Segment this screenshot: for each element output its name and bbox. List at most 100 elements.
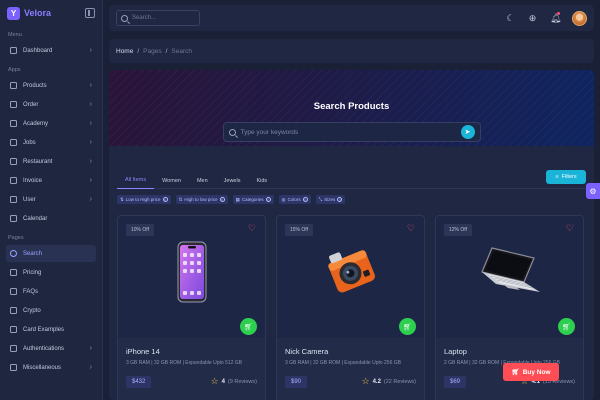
product-card[interactable]: 15% Off ♡ 🛒︎ Nick Camera 3 GB RAM | 32 G…	[276, 215, 425, 400]
sidebar-item-card-examples[interactable]: Card Examples	[6, 321, 96, 338]
chevron-right-icon: ›	[89, 82, 92, 89]
sidebar-toggle-icon[interactable]	[85, 8, 95, 18]
search-input[interactable]: Search...	[116, 10, 200, 26]
sidebar-item-label: Invoice	[23, 177, 43, 184]
bell-icon[interactable]: 🔔︎	[550, 11, 561, 23]
product-card[interactable]: 10% Off ♡ 🛒︎ iPhone 14 3 GB RAM | 32 GB …	[117, 215, 266, 400]
search-placeholder: Search...	[132, 15, 157, 21]
close-icon[interactable]: ×	[265, 197, 271, 202]
sidebar-item-label: User	[23, 196, 36, 203]
settings-gear-icon[interactable]: ⚙	[586, 183, 600, 199]
cart-icon	[10, 101, 17, 108]
product-price: $432	[126, 376, 152, 388]
sidebar-item-authentications[interactable]: Authentications ›	[6, 340, 96, 357]
heart-icon[interactable]: ♡	[407, 224, 415, 233]
product-search-input[interactable]: Type your keywords ➤	[222, 122, 481, 142]
sidebar-item-jobs[interactable]: Jobs ›	[6, 134, 96, 151]
discount-badge: 10% Off	[126, 224, 154, 236]
active-filter-chips: ⇅ Low to High price × ⇅ High to low price × …	[117, 195, 346, 204]
search-icon	[10, 250, 17, 257]
chevron-right-icon: ›	[89, 47, 92, 54]
tab-men[interactable]: Men	[189, 173, 216, 189]
globe-icon[interactable]: ⊕	[528, 13, 537, 23]
chevron-right-icon: ›	[89, 120, 92, 127]
buy-now-button[interactable]: 🛒︎ Buy Now	[503, 363, 559, 381]
invoice-icon	[10, 177, 17, 184]
search-icon	[121, 14, 128, 22]
sidebar-item-faqs[interactable]: FAQs	[6, 283, 96, 300]
sidebar-item-pricing[interactable]: Pricing	[6, 264, 96, 281]
sidebar-item-calendar[interactable]: Calendar	[6, 210, 96, 227]
filter-chip[interactable]: ⤡ Sizes ×	[315, 195, 346, 204]
user-icon	[10, 196, 17, 203]
graduation-icon	[10, 120, 17, 127]
card-icon	[10, 326, 17, 333]
arrow-right-icon[interactable]: ➤	[460, 125, 475, 139]
search-icon	[228, 128, 236, 136]
cart-icon: 🛒︎	[511, 369, 520, 376]
product-price: $69	[444, 376, 467, 388]
add-to-cart-button[interactable]: 🛒︎	[558, 318, 575, 335]
tab-women[interactable]: Women	[154, 173, 189, 189]
breadcrumb: Home / Pages / Search	[109, 39, 594, 63]
add-to-cart-button[interactable]: 🛒︎	[240, 318, 257, 335]
close-icon[interactable]: ×	[337, 197, 343, 202]
sidebar-item-label: Crypto	[23, 307, 41, 314]
chip-label: Colors	[287, 197, 301, 202]
filter-chip[interactable]: ◍ Colors ×	[278, 195, 311, 204]
brand-logo[interactable]: Y	[7, 6, 20, 20]
filter-chip[interactable]: ⇅ High to low price ×	[175, 195, 228, 204]
buy-now-label: Buy Now	[522, 368, 551, 376]
sidebar-item-miscellaneous[interactable]: Miscellaneous ›	[6, 359, 96, 376]
product-image-area: 15% Off ♡ 🛒︎	[277, 216, 424, 338]
sidebar-item-search[interactable]: Search	[6, 245, 96, 262]
product-name[interactable]: iPhone 14	[126, 347, 160, 356]
product-name[interactable]: Nick Camera	[285, 347, 328, 356]
breadcrumb-home[interactable]: Home	[116, 48, 133, 55]
size-icon: ⤡	[318, 197, 323, 202]
product-spec: 3 GB RAM | 32 GB ROM | Expandable Upto 5…	[126, 360, 242, 366]
filter-chip[interactable]: ▦ Categories ×	[232, 195, 274, 204]
sidebar-item-products[interactable]: Products ›	[6, 77, 96, 94]
tab-all-items[interactable]: All Items	[117, 173, 155, 189]
sidebar-item-label: FAQs	[23, 288, 39, 295]
chip-label: Low to High price	[125, 197, 161, 202]
sidebar-item-user[interactable]: User ›	[6, 191, 96, 208]
sidebar-item-label: Order	[23, 101, 39, 108]
filter-chip[interactable]: ⇅ Low to High price ×	[117, 195, 171, 204]
sidebar-item-invoice[interactable]: Invoice ›	[6, 172, 96, 189]
sidebar-item-label: Calendar	[23, 215, 48, 222]
breadcrumb-pages[interactable]: Pages	[143, 48, 161, 55]
brand: Y Velora	[0, 0, 102, 26]
tab-kids[interactable]: Kids	[248, 173, 275, 189]
brand-name[interactable]: Velora	[24, 8, 51, 18]
heart-icon[interactable]: ♡	[248, 224, 256, 233]
chip-label: Sizes	[324, 197, 336, 202]
sidebar-item-label: Products	[23, 82, 47, 89]
sidebar-item-crypto[interactable]: Crypto	[6, 302, 96, 319]
discount-badge: 15% Off	[285, 224, 313, 236]
sidebar-item-academy[interactable]: Academy ›	[6, 115, 96, 132]
moon-icon[interactable]: ☾	[506, 13, 515, 23]
tab-jewels[interactable]: Jewels	[216, 173, 249, 189]
sidebar-item-dashboard[interactable]: Dashboard ›	[6, 42, 96, 59]
sidebar-item-order[interactable]: Order ›	[6, 96, 96, 113]
product-name[interactable]: Laptop	[444, 347, 467, 356]
sort-icon: ⇅	[178, 196, 183, 202]
product-price: $90	[285, 376, 308, 388]
add-to-cart-button[interactable]: 🛒︎	[399, 318, 416, 335]
rating-value: 4	[221, 378, 225, 385]
close-icon[interactable]: ×	[162, 197, 168, 202]
sidebar-item-restaurant[interactable]: Restaurant ›	[6, 153, 96, 170]
chevron-right-icon: ›	[89, 158, 92, 165]
heart-icon[interactable]: ♡	[566, 224, 574, 233]
filters-label: Filters	[561, 174, 577, 180]
close-icon[interactable]: ×	[219, 197, 225, 202]
page-title: Search Products	[313, 101, 390, 112]
discount-badge: 12% Off	[444, 224, 472, 236]
sidebar-item-label: Pricing	[23, 269, 42, 276]
filters-button[interactable]: ≡ Filters	[546, 170, 586, 184]
close-icon[interactable]: ×	[302, 197, 308, 202]
avatar[interactable]	[572, 10, 587, 26]
sidebar-section-title: Menu	[8, 32, 22, 38]
